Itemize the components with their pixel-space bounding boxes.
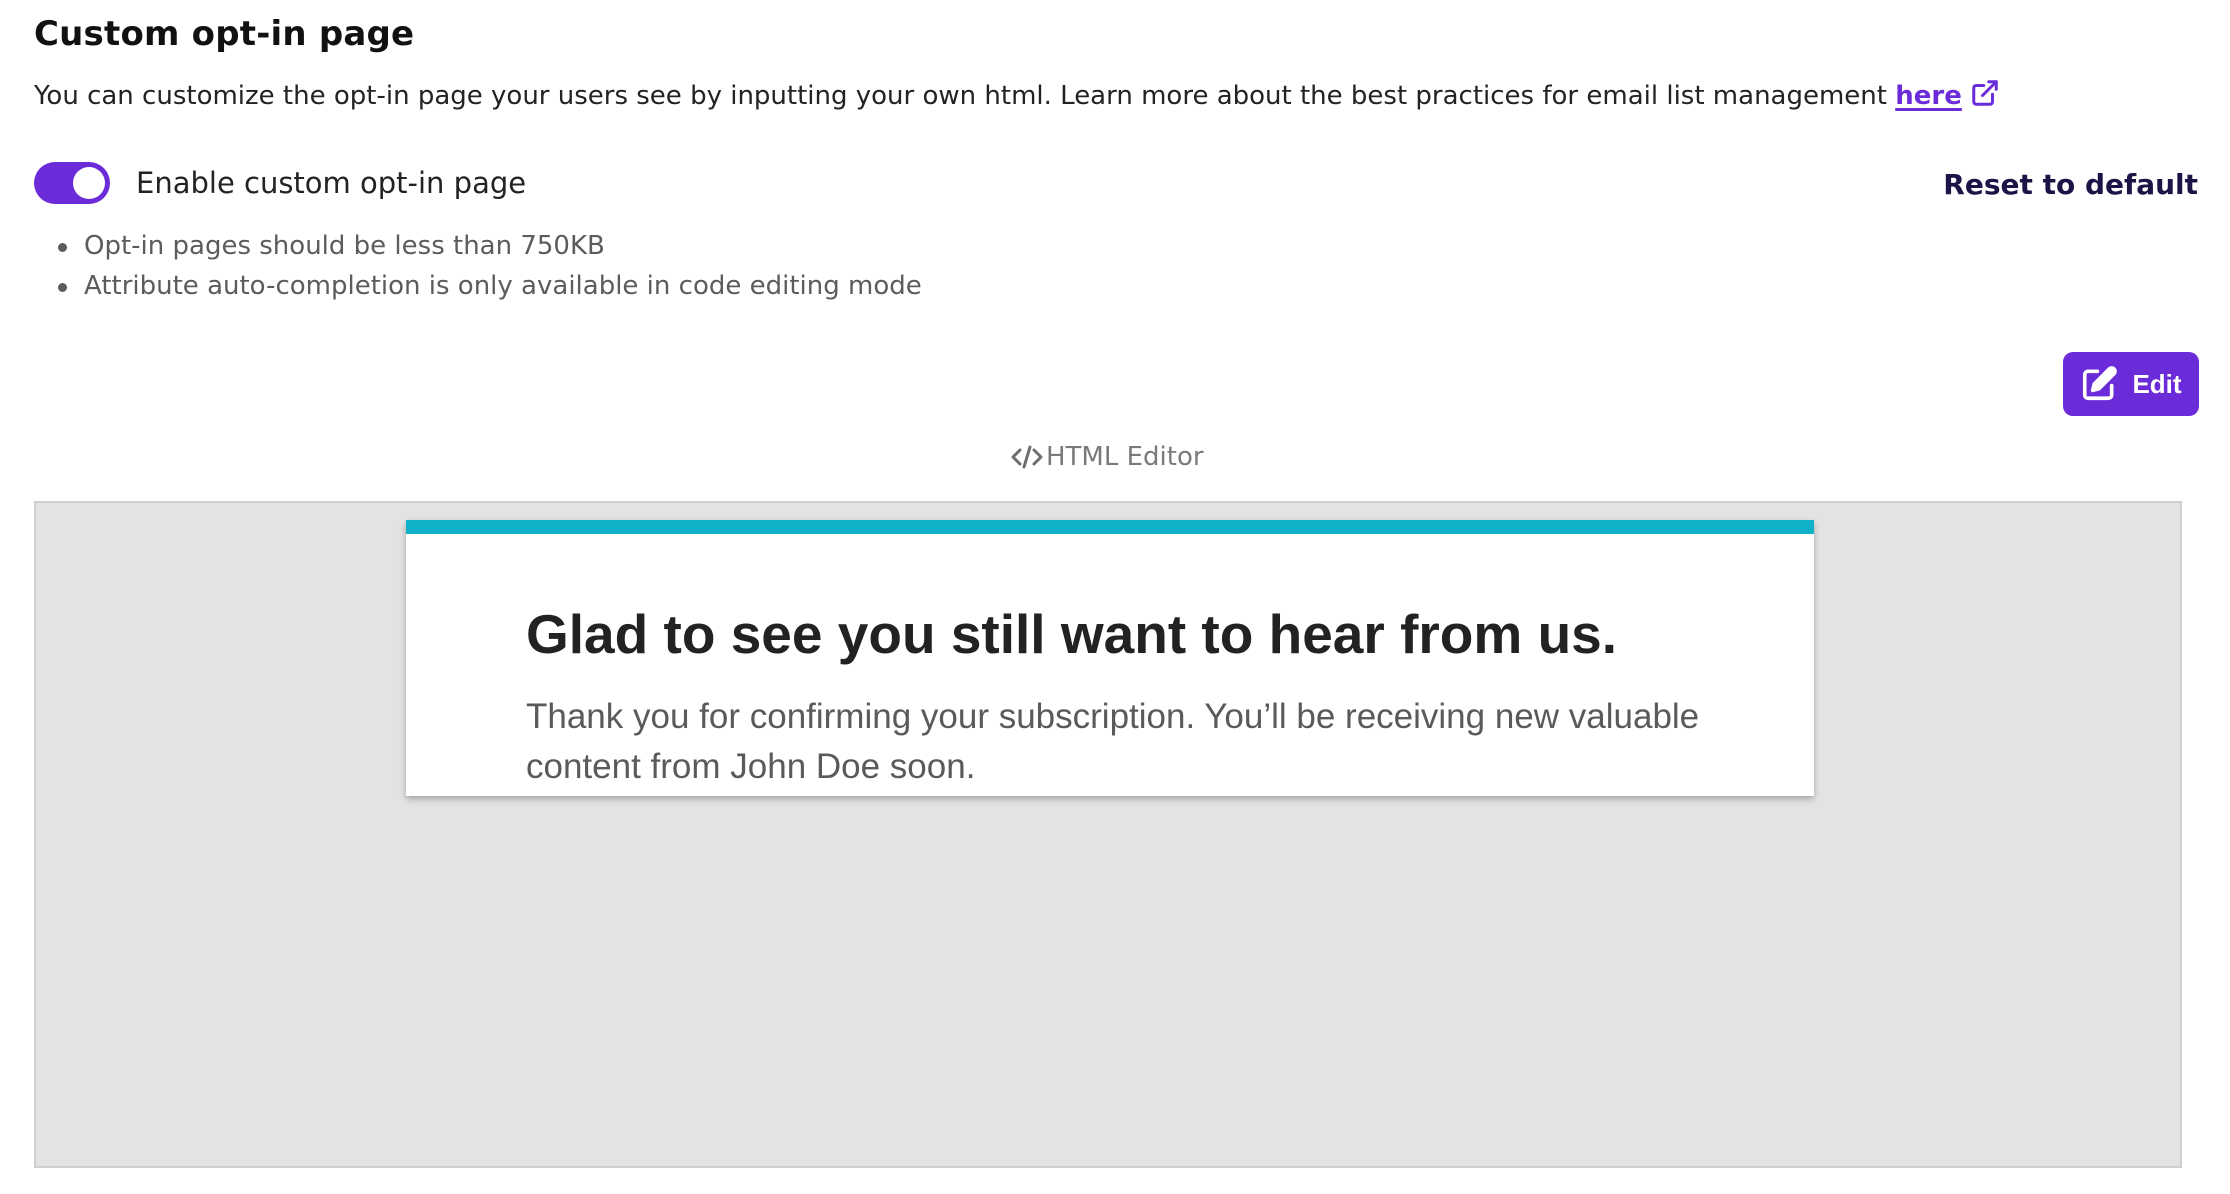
edit-button-label: Edit bbox=[2132, 368, 2182, 399]
html-editor-label: HTML Editor bbox=[1046, 442, 1204, 472]
external-link-icon[interactable] bbox=[1970, 78, 2000, 108]
preview-body-text: Thank you for confirming your subscripti… bbox=[526, 697, 1700, 786]
learn-more-link[interactable]: here bbox=[1895, 81, 1962, 111]
toggle-label: Enable custom opt-in page bbox=[136, 166, 527, 200]
opt-in-notes-list: Opt-in pages should be less than 750KB A… bbox=[58, 226, 922, 306]
html-editor-caption: HTML Editor bbox=[1010, 442, 1204, 472]
toggle-knob bbox=[73, 167, 105, 199]
reset-to-default-link[interactable]: Reset to default bbox=[1943, 168, 2198, 201]
section-title: Custom opt-in page bbox=[34, 14, 415, 54]
note-item: Opt-in pages should be less than 750KB bbox=[58, 226, 922, 266]
description-text: You can customize the opt-in page your u… bbox=[34, 81, 1896, 111]
edit-icon bbox=[2083, 366, 2118, 401]
enable-custom-opt-in-row: Enable custom opt-in page bbox=[34, 162, 526, 204]
preview-accent-bar bbox=[406, 520, 1814, 534]
section-description: You can customize the opt-in page your u… bbox=[34, 78, 2000, 111]
opt-in-preview-area: Glad to see you still want to hear from … bbox=[34, 501, 2182, 1168]
edit-button[interactable]: Edit bbox=[2063, 352, 2199, 416]
custom-opt-in-settings: Custom opt-in page You can customize the… bbox=[0, 0, 2230, 1194]
enable-custom-opt-in-toggle[interactable] bbox=[34, 162, 110, 204]
opt-in-preview-card: Glad to see you still want to hear from … bbox=[406, 520, 1814, 796]
code-icon bbox=[1011, 445, 1043, 469]
preview-heading: Glad to see you still want to hear from … bbox=[526, 603, 1618, 665]
note-item: Attribute auto-completion is only availa… bbox=[58, 266, 922, 306]
